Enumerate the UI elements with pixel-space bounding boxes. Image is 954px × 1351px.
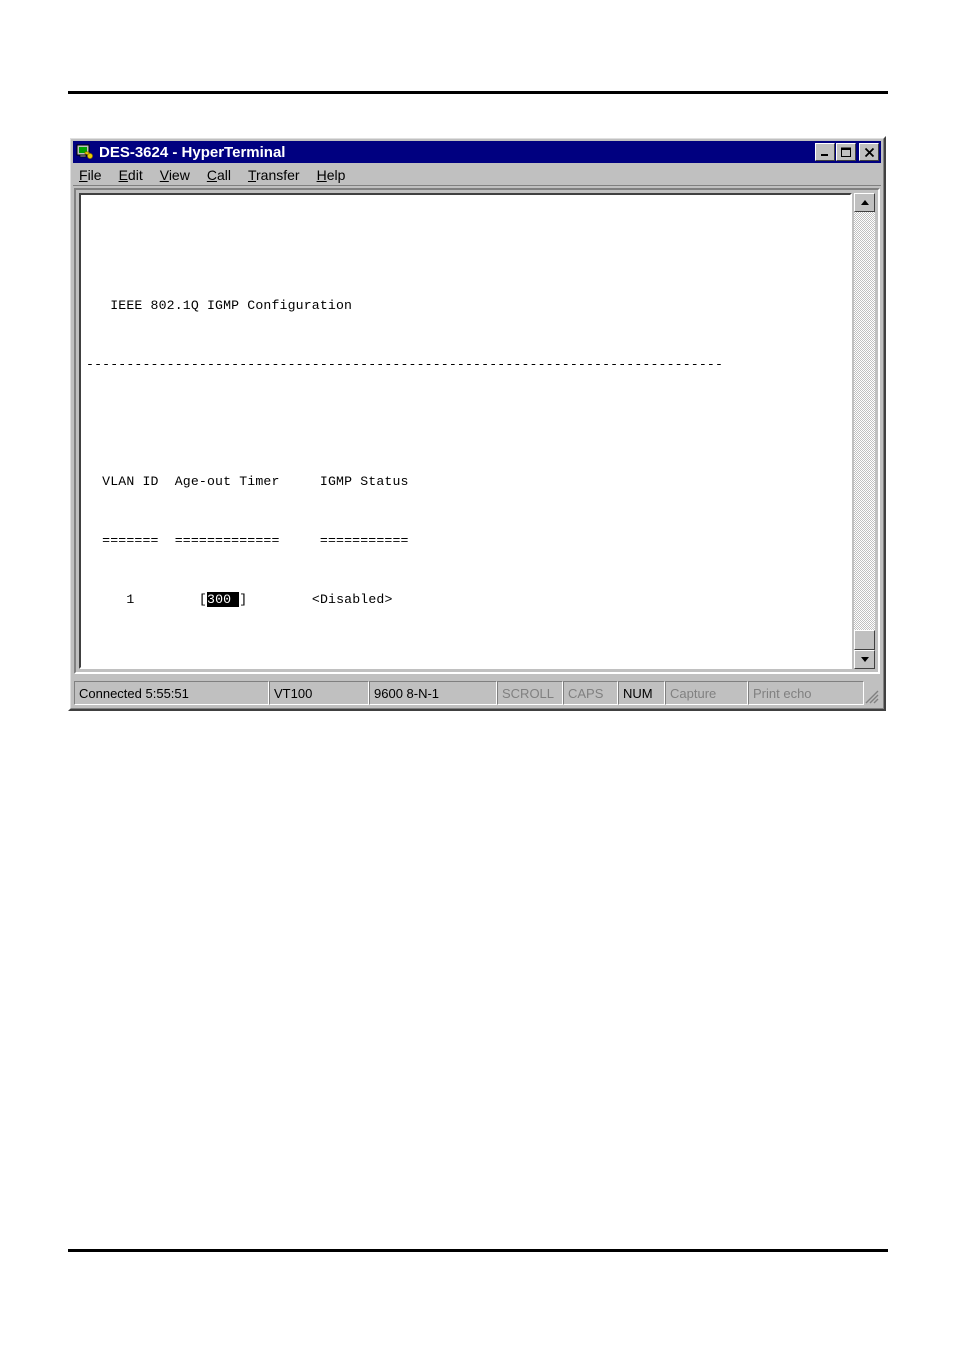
table-row: 1 [300 ] <Disabled>: [86, 590, 850, 610]
scroll-down-icon: [860, 657, 869, 662]
menubar: File Edit View Call Transfer Help: [73, 165, 881, 186]
page-footer-rule: [68, 1249, 888, 1252]
page-header-rule: [68, 91, 888, 94]
menu-item-transfer[interactable]: Transfer: [248, 167, 300, 183]
close-button[interactable]: [859, 143, 879, 161]
column-header-vlan-id: VLAN ID: [102, 474, 159, 490]
status-caps: CAPS: [563, 681, 618, 705]
terminal-pane[interactable]: IEEE 802.1Q IGMP Configuration ---------…: [79, 193, 852, 669]
column-rule-igmp-status: ===========: [319, 533, 409, 549]
cell-igmp-status[interactable]: <Disabled>: [312, 592, 393, 607]
indent-title: [86, 298, 110, 313]
indent-table: [86, 533, 102, 548]
scrollbar-track[interactable]: [854, 212, 875, 650]
status-connected: Connected 5:55:51: [74, 681, 269, 705]
terminal-table-rule-line: ======= ============= ===========: [86, 531, 850, 551]
statusbar: Connected 5:55:51 VT100 9600 8-N-1 SCROL…: [74, 681, 880, 705]
menu-item-edit[interactable]: Edit: [119, 167, 143, 183]
column-header-igmp-status: IGMP Status: [319, 474, 409, 490]
terminal-table-header-line: VLAN ID Age-out Timer IGMP Status: [86, 472, 850, 492]
status-scroll: SCROLL: [497, 681, 563, 705]
age-out-timer-value: 300: [207, 591, 232, 607]
scroll-up-button[interactable]: [854, 193, 875, 212]
status-print-echo[interactable]: Print echo: [748, 681, 864, 705]
minimize-button[interactable]: [815, 143, 835, 161]
menu-item-call[interactable]: Call: [207, 167, 231, 183]
menu-item-file[interactable]: File: [79, 167, 102, 183]
status-emulation: VT100: [269, 681, 369, 705]
hyperterminal-window: DES-3624 - HyperTerminal File Edit View …: [68, 136, 886, 711]
gap-2: [280, 474, 320, 489]
terminal-screen: IEEE 802.1Q IGMP Configuration ---------…: [86, 198, 850, 667]
gap-row-2: [247, 592, 312, 607]
window-controls: [814, 143, 879, 161]
divider-rule: ----------------------------------------…: [86, 356, 724, 372]
gap-1: [159, 474, 175, 489]
window-title: DES-3624 - HyperTerminal: [99, 143, 286, 161]
menu-item-view[interactable]: View: [160, 167, 190, 183]
terminal-container: IEEE 802.1Q IGMP Configuration ---------…: [74, 188, 880, 674]
indent-row: [86, 592, 126, 607]
indent-table: [86, 474, 102, 489]
column-rule-vlan-id: =======: [102, 533, 159, 549]
hyperterminal-icon: [76, 144, 94, 161]
status-num: NUM: [618, 681, 665, 705]
window-titlebar[interactable]: DES-3624 - HyperTerminal: [73, 141, 881, 163]
screen-title: IEEE 802.1Q IGMP Configuration: [110, 297, 353, 313]
status-capture[interactable]: Capture: [665, 681, 748, 705]
resize-grip-icon[interactable]: [864, 681, 880, 705]
gap-1: [159, 533, 175, 548]
terminal-scrollbar[interactable]: [854, 193, 875, 669]
scroll-down-button[interactable]: [854, 650, 875, 669]
menu-item-help[interactable]: Help: [317, 167, 346, 183]
maximize-button[interactable]: [836, 143, 856, 161]
terminal-divider-line: ----------------------------------------…: [86, 355, 850, 375]
terminal-screen-title-line: IEEE 802.1Q IGMP Configuration: [86, 296, 850, 316]
column-header-age-out-timer: Age-out Timer: [174, 474, 280, 490]
age-out-timer-field[interactable]: 300: [207, 591, 240, 607]
scroll-up-icon: [860, 200, 869, 205]
column-rule-age-out-timer: =============: [174, 533, 280, 549]
bracket-open: [: [198, 591, 207, 607]
status-line-settings: 9600 8-N-1: [369, 681, 497, 705]
gap-2: [280, 533, 320, 548]
scrollbar-thumb[interactable]: [854, 630, 875, 650]
gap-row-1: [134, 592, 199, 607]
